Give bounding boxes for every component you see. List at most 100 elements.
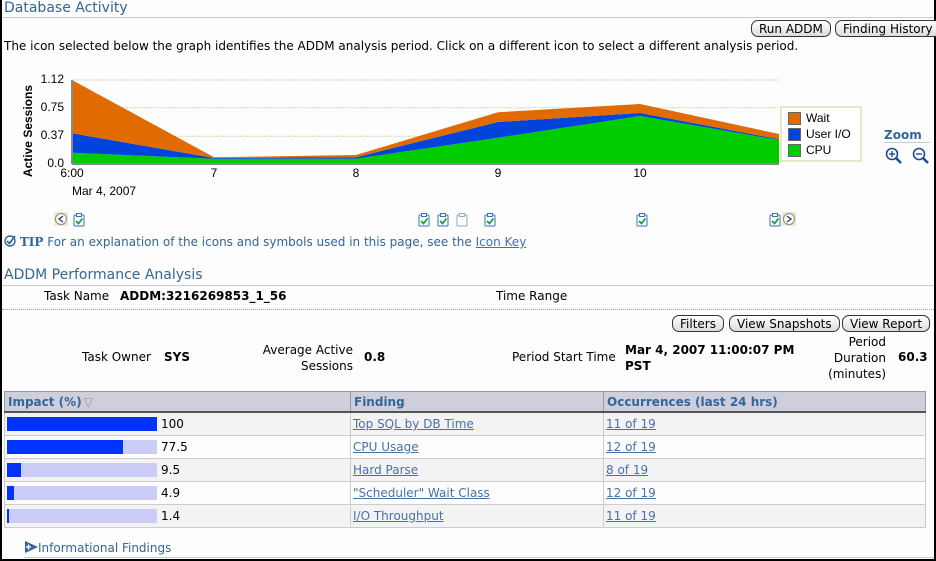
column-header-finding[interactable]: Finding bbox=[350, 391, 604, 413]
impact-value: 9.5 bbox=[161, 463, 181, 478]
y-tick-label: 0.75 bbox=[40, 99, 64, 114]
instructions-text: The icon selected below the graph identi… bbox=[4, 39, 799, 53]
findings-table: Impact (%) ▽ Finding Occurrences (last 24… bbox=[4, 391, 926, 528]
filters-button[interactable]: Filters bbox=[672, 315, 724, 332]
occurrences-cell: 11 of 19 bbox=[603, 411, 926, 436]
finding-link[interactable]: I/O Throughput bbox=[353, 509, 444, 523]
period-start-label: Period Start Time bbox=[512, 350, 616, 364]
impact-bar-fill bbox=[7, 509, 10, 524]
legend-label: User I/O bbox=[806, 127, 851, 141]
zoom-out-icon[interactable] bbox=[912, 147, 930, 165]
tip-text: For an explanation of the icons and symb… bbox=[47, 235, 472, 249]
section-divider bbox=[2, 309, 934, 310]
informational-findings-label: Informational Findings bbox=[38, 541, 172, 555]
occurrences-cell: 12 of 19 bbox=[603, 481, 926, 505]
database-activity-header: Database Activity bbox=[4, 0, 128, 16]
header-divider bbox=[2, 285, 934, 286]
x-tick-label: 10 bbox=[633, 166, 647, 180]
header-divider bbox=[2, 17, 934, 18]
finding-cell: "Scheduler" Wait Class bbox=[350, 481, 604, 505]
impact-value: 4.9 bbox=[161, 486, 181, 501]
period-start-value: Mar 4, 2007 11:00:07 PM PST bbox=[625, 342, 794, 374]
impact-bar bbox=[7, 440, 157, 455]
finding-cell: CPU Usage bbox=[350, 435, 604, 459]
column-header-impact[interactable]: Impact (%) ▽ bbox=[4, 391, 351, 413]
tip-row: TIP For an explanation of the icons and … bbox=[4, 235, 526, 249]
finding-cell: Hard Parse bbox=[350, 458, 604, 482]
finding-link[interactable]: Top SQL by DB Time bbox=[353, 417, 474, 431]
time-range-label: Time Range bbox=[496, 289, 568, 303]
occurrences-link[interactable]: 11 of 19 bbox=[606, 509, 656, 523]
impact-bar-fill bbox=[7, 440, 124, 455]
occurrences-link[interactable]: 12 of 19 bbox=[606, 486, 656, 500]
x-axis-date-label: Mar 4, 2007 bbox=[72, 184, 137, 198]
scroll-right-icon[interactable] bbox=[782, 212, 796, 226]
legend-swatch-wait bbox=[788, 112, 801, 125]
impact-cell: 4.9 bbox=[4, 481, 351, 505]
snapshot-empty-icon[interactable] bbox=[456, 213, 468, 227]
sort-descending-icon[interactable]: ▽ bbox=[84, 395, 93, 409]
avg-active-sessions-label: Average Active Sessions bbox=[242, 342, 353, 374]
occurrences-link[interactable]: 11 of 19 bbox=[606, 417, 656, 431]
impact-cell: 77.5 bbox=[4, 435, 351, 459]
period-duration-label-line3: (minutes) bbox=[828, 367, 886, 381]
addm-task-icon[interactable] bbox=[769, 213, 781, 227]
scroll-left-icon[interactable] bbox=[54, 212, 68, 226]
period-duration-label-line1: Period bbox=[848, 335, 886, 349]
task-owner-label: Task Owner bbox=[82, 350, 151, 364]
informational-findings-toggle[interactable]: Informational Findings bbox=[24, 541, 171, 555]
tip-label: TIP bbox=[19, 235, 44, 249]
finding-cell: Top SQL by DB Time bbox=[350, 411, 604, 436]
finding-link[interactable]: Hard Parse bbox=[353, 463, 418, 477]
finding-cell: I/O Throughput bbox=[350, 504, 604, 528]
addm-task-icon[interactable] bbox=[418, 213, 430, 227]
occurrences-cell: 12 of 19 bbox=[603, 435, 926, 459]
period-duration-label-line2: Duration bbox=[833, 351, 886, 365]
finding-link[interactable]: CPU Usage bbox=[353, 440, 419, 454]
legend-swatch-user-io bbox=[788, 128, 801, 141]
addm-task-icon[interactable] bbox=[437, 213, 449, 227]
period-duration-label: Period Duration (minutes) bbox=[822, 334, 886, 382]
view-snapshots-button[interactable]: View Snapshots bbox=[729, 315, 840, 332]
icon-key-link[interactable]: Icon Key bbox=[476, 235, 527, 249]
findings-table-row: 4.9 "Scheduler" Wait Class 12 of 19 bbox=[4, 481, 926, 505]
view-report-button[interactable]: View Report bbox=[842, 315, 931, 332]
run-addm-button[interactable]: Run ADDM bbox=[751, 20, 831, 37]
impact-value: 100 bbox=[161, 417, 184, 432]
zoom-label: Zoom bbox=[884, 128, 930, 143]
impact-bar-fill bbox=[7, 463, 22, 478]
impact-bar bbox=[7, 463, 157, 478]
y-tick-label: 0.37 bbox=[40, 128, 64, 143]
period-start-line1: Mar 4, 2007 11:00:07 PM bbox=[625, 343, 795, 357]
period-duration-value: 60.3 bbox=[898, 350, 928, 364]
legend-label: Wait bbox=[806, 111, 830, 125]
addm-task-icon[interactable] bbox=[73, 213, 85, 227]
zoom-in-icon[interactable] bbox=[885, 147, 903, 165]
column-header-label: Finding bbox=[354, 394, 405, 409]
avg-sessions-label-line1: Average Active bbox=[262, 343, 353, 357]
tip-check-icon bbox=[4, 235, 16, 247]
impact-bar bbox=[7, 509, 157, 524]
finding-history-button[interactable]: Finding History bbox=[835, 20, 936, 37]
x-tick-label: 9 bbox=[494, 166, 502, 180]
impact-bar bbox=[7, 486, 157, 501]
period-start-line2: PST bbox=[625, 359, 651, 373]
addm-task-icon[interactable] bbox=[484, 213, 496, 227]
avg-active-sessions-value: 0.8 bbox=[364, 350, 386, 364]
findings-table-row: 100 Top SQL by DB Time 11 of 19 bbox=[4, 411, 926, 436]
impact-value: 1.4 bbox=[161, 509, 181, 524]
task-owner-value: SYS bbox=[164, 350, 190, 364]
occurrences-link[interactable]: 12 of 19 bbox=[606, 440, 656, 454]
finding-link[interactable]: "Scheduler" Wait Class bbox=[353, 486, 490, 500]
column-header-occurrences[interactable]: Occurrences (last 24 hrs) bbox=[603, 391, 926, 413]
impact-bar bbox=[7, 417, 157, 432]
x-tick-label: 8 bbox=[352, 166, 360, 180]
occurrences-link[interactable]: 8 of 19 bbox=[606, 463, 648, 477]
expand-triangle-icon[interactable] bbox=[24, 541, 38, 553]
impact-cell: 9.5 bbox=[4, 458, 351, 482]
informational-divider bbox=[24, 557, 934, 558]
addm-task-icon[interactable] bbox=[636, 213, 648, 227]
x-tick-label: 6:00 bbox=[60, 166, 84, 180]
findings-table-row: 77.5 CPU Usage 12 of 19 bbox=[4, 435, 926, 459]
column-header-label: Impact (%) bbox=[8, 394, 82, 409]
